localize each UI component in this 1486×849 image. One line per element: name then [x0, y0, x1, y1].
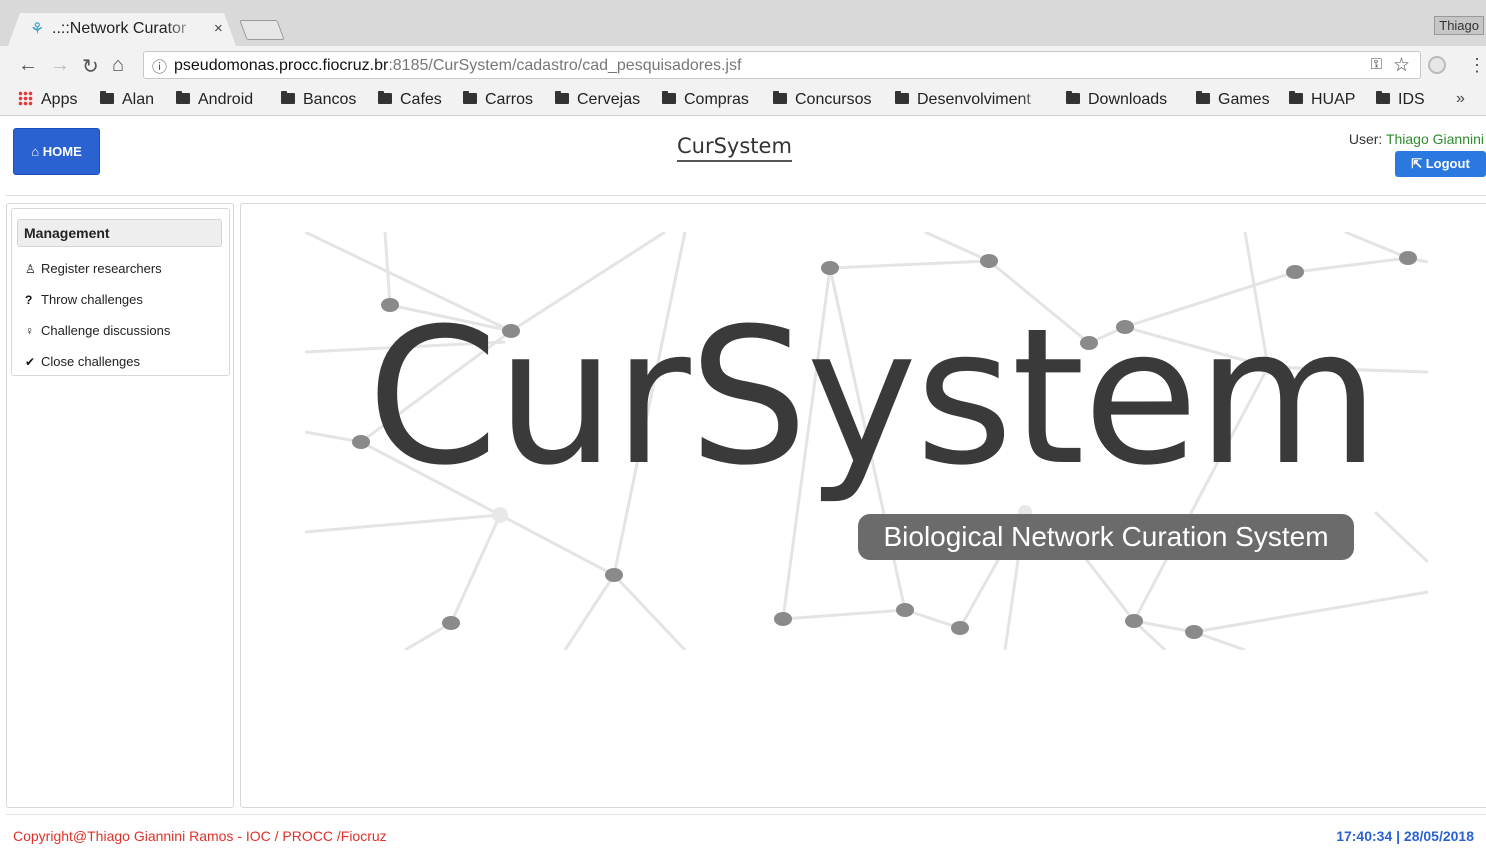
user-name: Thiago Giannini — [1385, 131, 1484, 147]
extension-icon[interactable] — [1428, 56, 1446, 74]
folder-icon — [1289, 91, 1303, 104]
folder-icon — [463, 91, 477, 104]
profile-button[interactable]: Thiago — [1434, 16, 1484, 35]
folder-icon — [100, 91, 114, 104]
bookmark-apps[interactable]: Apps — [18, 91, 77, 109]
url-text[interactable]: pseudomonas.procc.fiocruz.br:8185/CurSys… — [174, 57, 741, 75]
bookmark-folder[interactable]: Concursos — [773, 91, 871, 109]
cursystem-banner: CurSystem Biological Network Curation Sy… — [305, 232, 1428, 650]
folder-icon — [281, 91, 295, 104]
menu-item-register-researchers[interactable]: ♙ Register researchers — [25, 261, 162, 276]
banner-title: CurSystem — [367, 288, 1380, 507]
bookmark-folder[interactable]: Desenvolviment — [895, 91, 1050, 109]
back-icon[interactable]: ← — [18, 54, 38, 77]
folder-icon — [662, 91, 676, 104]
bookmark-folder[interactable]: Cafes — [378, 91, 442, 109]
tab-close-icon[interactable]: × — [214, 20, 223, 37]
lightbulb-icon: ♀ — [25, 324, 34, 338]
password-key-icon[interactable]: ⚿ — [1371, 56, 1382, 73]
site-info-icon[interactable]: ⓘ — [152, 56, 167, 77]
reload-icon[interactable]: ↻ — [82, 54, 99, 79]
folder-icon — [555, 91, 569, 104]
url-path: :8185/CurSystem/cadastro/cad_pesquisador… — [388, 57, 742, 74]
folder-icon — [1196, 91, 1210, 104]
menu-item-throw-challenges[interactable]: ? Throw challenges — [25, 292, 143, 307]
bookmark-folder[interactable]: IDS — [1376, 91, 1425, 109]
url-host: pseudomonas.procc.fiocruz.br — [174, 57, 389, 74]
user-info: User: Thiago Giannini — [1348, 131, 1484, 147]
bookmark-star-icon[interactable]: ☆ — [1393, 54, 1410, 77]
external-link-icon: ⇱ — [1411, 156, 1426, 171]
folder-icon — [895, 91, 909, 104]
folder-icon — [1066, 91, 1080, 104]
address-bar[interactable]: ⓘ pseudomonas.procc.fiocruz.br:8185/CurS… — [143, 51, 1421, 79]
footer-divider — [6, 814, 1486, 815]
folder-icon — [773, 91, 787, 104]
apps-grid-icon — [18, 91, 33, 106]
home-icon[interactable]: ⌂ — [112, 54, 124, 77]
menu-heading: Management — [17, 219, 222, 247]
bookmark-folder[interactable]: HUAP — [1289, 91, 1355, 109]
bookmark-folder[interactable]: Games — [1196, 91, 1270, 109]
browser-toolbar: ← → ↻ ⌂ ⓘ pseudomonas.procc.fiocruz.br:8… — [0, 46, 1486, 86]
copyright-text: Copyright@Thiago Giannini Ramos - IOC / … — [13, 828, 387, 844]
management-menu: Management ♙ Register researchers ? Throw … — [11, 208, 230, 376]
bookmark-folder[interactable]: Android — [176, 91, 253, 109]
logout-button[interactable]: ⇱ Logout — [1395, 151, 1486, 177]
page-header: ⌂ HOME CurSystem User: Thiago Giannini ⇱… — [6, 118, 1486, 196]
bookmarks-bar: Apps Alan Android Bancos Cafes Carros Ce… — [0, 86, 1486, 116]
bookmark-folder[interactable]: Downloads — [1066, 91, 1167, 109]
bookmark-folder[interactable]: Cervejas — [555, 91, 640, 109]
bookmark-folder[interactable]: Carros — [463, 91, 533, 109]
home-button[interactable]: ⌂ HOME — [13, 128, 100, 175]
house-icon: ⌂ — [31, 144, 43, 159]
bookmark-folder[interactable]: Alan — [100, 91, 154, 109]
browser-menu-icon[interactable]: ⋮ — [1468, 55, 1486, 76]
sidebar-panel: Management ♙ Register researchers ? Throw … — [6, 203, 234, 808]
question-icon: ? — [25, 293, 33, 307]
menu-item-challenge-discussions[interactable]: ♀ Challenge discussions — [25, 323, 170, 338]
check-icon: ✔ — [25, 355, 36, 369]
brand-logo[interactable]: CurSystem — [677, 134, 792, 162]
bookmark-folder[interactable]: Compras — [662, 91, 749, 109]
forward-icon[interactable]: → — [50, 54, 70, 77]
new-tab-button[interactable] — [239, 20, 285, 40]
browser-tabstrip: ⚘ ..::Network Curator × Thiago — [0, 0, 1486, 46]
tab-title[interactable]: ..::Network Curator — [52, 20, 202, 38]
clock-text: 17:40:34 | 28/05/2018 — [1336, 828, 1474, 844]
banner-subtitle: Biological Network Curation System — [858, 514, 1354, 560]
menu-item-close-challenges[interactable]: ✔ Close challenges — [25, 354, 140, 369]
bookmarks-overflow-icon[interactable]: » — [1456, 90, 1465, 108]
folder-icon — [1376, 91, 1390, 104]
bookmark-folder[interactable]: Bancos — [281, 91, 356, 109]
folder-icon — [176, 91, 190, 104]
folder-icon — [378, 91, 392, 104]
user-icon: ♙ — [25, 262, 36, 276]
tab-favicon-icon: ⚘ — [30, 21, 45, 38]
